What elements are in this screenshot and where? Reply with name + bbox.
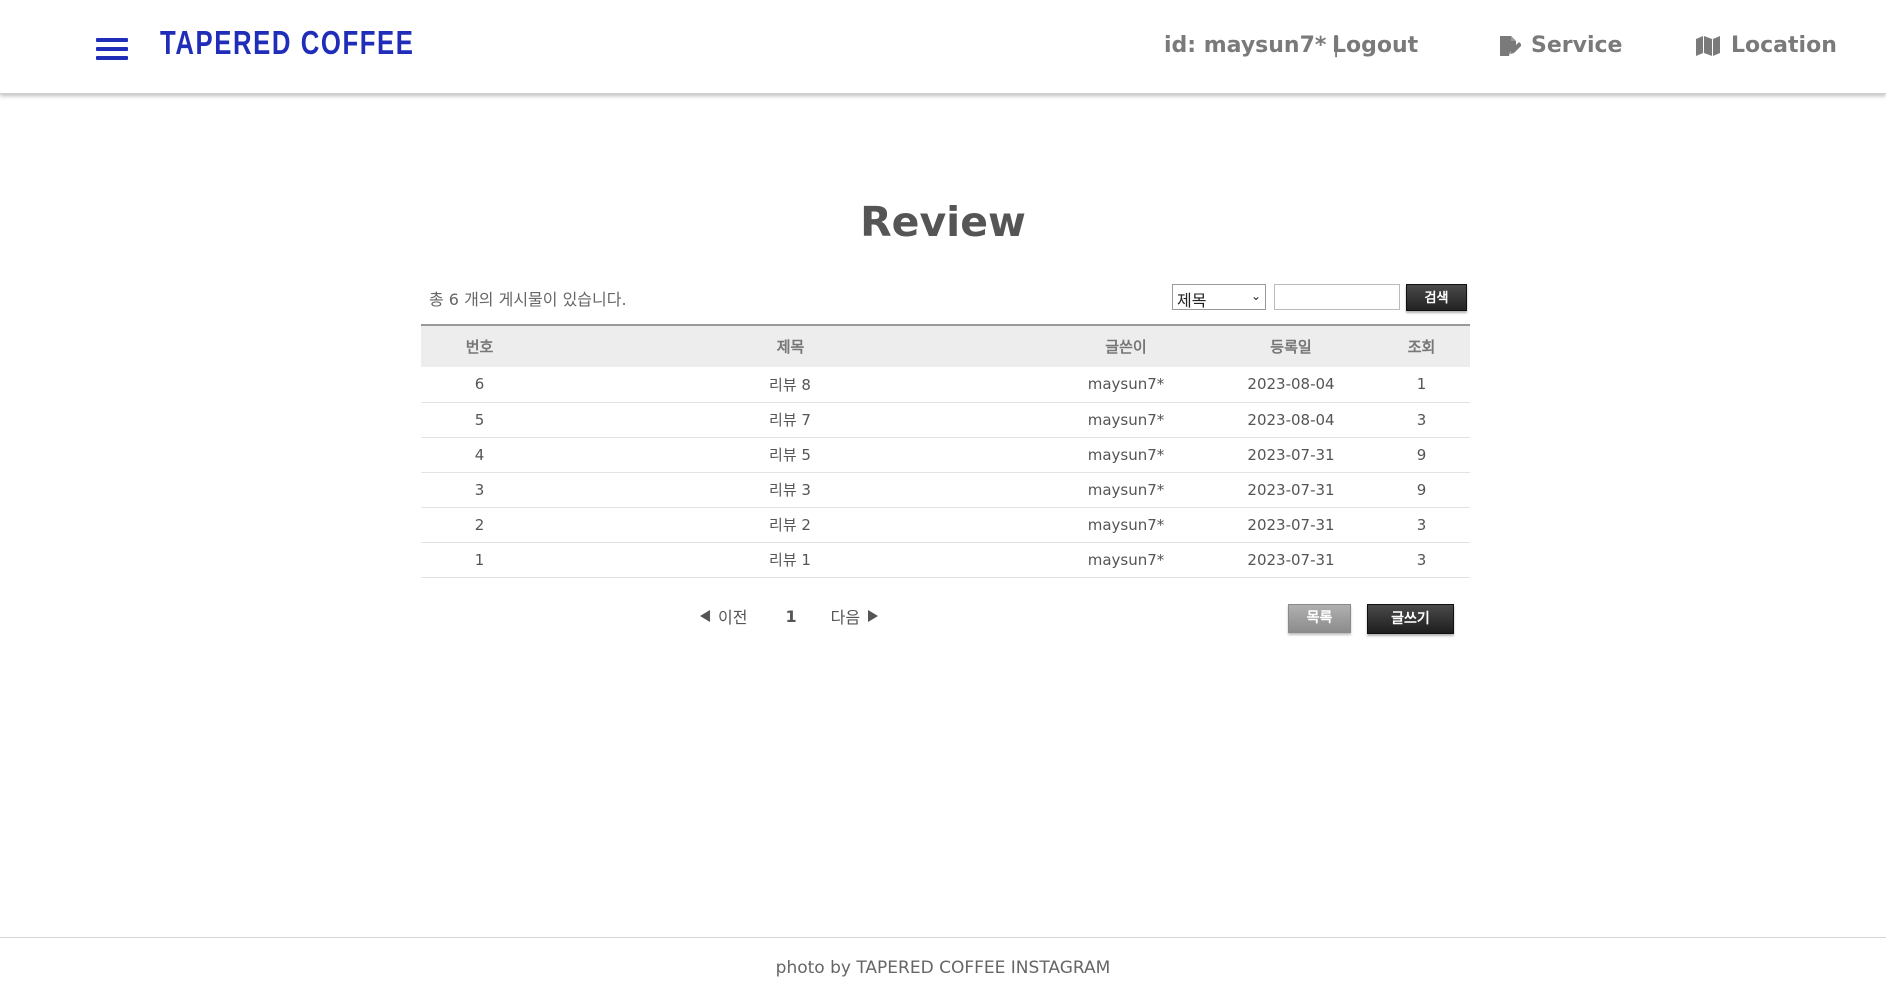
row-writer: maysun7* [1043, 472, 1209, 508]
location-label: Location [1731, 33, 1837, 58]
row-views: 3 [1373, 402, 1470, 438]
chevron-down-icon: ⌄ [1250, 289, 1261, 303]
prev-page-label: 이전 [718, 608, 748, 627]
table-row[interactable]: 4 리뷰 5 maysun7* 2023-07-31 9 [421, 437, 1470, 473]
row-date: 2023-08-04 [1209, 367, 1373, 403]
row-number: 6 [421, 367, 538, 403]
table-row[interactable]: 1 리뷰 1 maysun7* 2023-07-31 3 [421, 542, 1470, 578]
board-toolbar: 총 6 개의 게시물이 있습니다. 제목 ⌄ 검색 [421, 280, 1470, 324]
row-title-link[interactable]: 리뷰 2 [538, 507, 1043, 543]
row-title-link[interactable]: 리뷰 8 [538, 367, 1043, 403]
review-table: 번호 제목 글쓴이 등록일 조회 6 리뷰 8 maysun7* 2023-08… [421, 324, 1470, 578]
review-board: 총 6 개의 게시물이 있습니다. 제목 ⌄ 검색 번호 제목 글쓴이 등록일 … [421, 280, 1470, 578]
row-number: 5 [421, 402, 538, 438]
table-row[interactable]: 5 리뷰 7 maysun7* 2023-08-04 3 [421, 402, 1470, 438]
map-icon [1696, 35, 1720, 56]
logout-label: Logout [1332, 33, 1419, 58]
search-field-value: 제목 [1177, 291, 1207, 310]
row-writer: maysun7* [1043, 402, 1209, 438]
row-number: 4 [421, 437, 538, 473]
user-id-label: id: maysun7* | [1164, 33, 1346, 58]
row-views: 1 [1373, 367, 1470, 403]
column-header-views: 조회 [1373, 325, 1470, 367]
row-date: 2023-07-31 [1209, 507, 1373, 543]
row-title-link[interactable]: 리뷰 1 [538, 542, 1043, 578]
arrow-left-icon [700, 610, 710, 622]
nav-location-link[interactable]: Location [1695, 33, 1837, 58]
search-button[interactable]: 검색 [1406, 284, 1467, 311]
table-row[interactable]: 3 리뷰 3 maysun7* 2023-07-31 9 [421, 472, 1470, 508]
row-date: 2023-08-04 [1209, 402, 1373, 438]
row-number: 1 [421, 542, 538, 578]
page-number-current[interactable]: 1 [785, 607, 796, 626]
prev-page-link[interactable]: 이전 [700, 604, 747, 628]
edit-document-icon [1500, 35, 1521, 56]
row-date: 2023-07-31 [1209, 472, 1373, 508]
header: TAPERED COFFEE id: maysun7* | Logout Serv… [0, 0, 1886, 94]
row-views: 9 [1373, 437, 1470, 473]
column-header-number: 번호 [421, 325, 538, 367]
row-writer: maysun7* [1043, 542, 1209, 578]
search-input[interactable] [1274, 284, 1400, 310]
pagination: 이전 1 다음 [700, 604, 879, 628]
table-row[interactable]: 6 리뷰 8 maysun7* 2023-08-04 1 [421, 367, 1470, 403]
row-views: 3 [1373, 507, 1470, 543]
column-header-title: 제목 [538, 325, 1043, 367]
next-page-label: 다음 [830, 608, 861, 627]
row-date: 2023-07-31 [1209, 542, 1373, 578]
row-views: 9 [1373, 472, 1470, 508]
table-header-row: 번호 제목 글쓴이 등록일 조회 [421, 325, 1470, 367]
logout-link[interactable]: Logout [1332, 33, 1418, 58]
row-writer: maysun7* [1043, 507, 1209, 543]
row-views: 3 [1373, 542, 1470, 578]
row-number: 3 [421, 472, 538, 508]
row-number: 2 [421, 507, 538, 543]
post-count-text: 총 6 개의 게시물이 있습니다. [429, 290, 627, 309]
row-title-link[interactable]: 리뷰 5 [538, 437, 1043, 473]
footer-credit: photo by TAPERED COFFEE INSTAGRAM [775, 958, 1111, 978]
table-row[interactable]: 2 리뷰 2 maysun7* 2023-07-31 3 [421, 507, 1470, 543]
user-id-text: id: maysun7* [1164, 33, 1327, 58]
column-header-date: 등록일 [1209, 325, 1373, 367]
logo[interactable]: TAPERED COFFEE [160, 24, 414, 62]
arrow-right-icon [868, 610, 879, 622]
row-writer: maysun7* [1043, 437, 1209, 473]
row-title-link[interactable]: 리뷰 7 [538, 402, 1043, 438]
footer: photo by TAPERED COFFEE INSTAGRAM [0, 937, 1886, 992]
next-page-link[interactable]: 다음 [830, 604, 879, 628]
menu-icon[interactable] [96, 38, 128, 62]
row-title-link[interactable]: 리뷰 3 [538, 472, 1043, 508]
list-button[interactable]: 목록 [1288, 604, 1351, 633]
service-label: Service [1531, 33, 1623, 58]
row-writer: maysun7* [1043, 367, 1209, 403]
search-field-select[interactable]: 제목 ⌄ [1172, 284, 1266, 310]
row-date: 2023-07-31 [1209, 437, 1373, 473]
page-title: Review [860, 198, 1026, 246]
column-header-writer: 글쓴이 [1043, 325, 1209, 367]
write-button[interactable]: 글쓰기 [1367, 604, 1454, 634]
nav-service-link[interactable]: Service [1497, 33, 1622, 58]
